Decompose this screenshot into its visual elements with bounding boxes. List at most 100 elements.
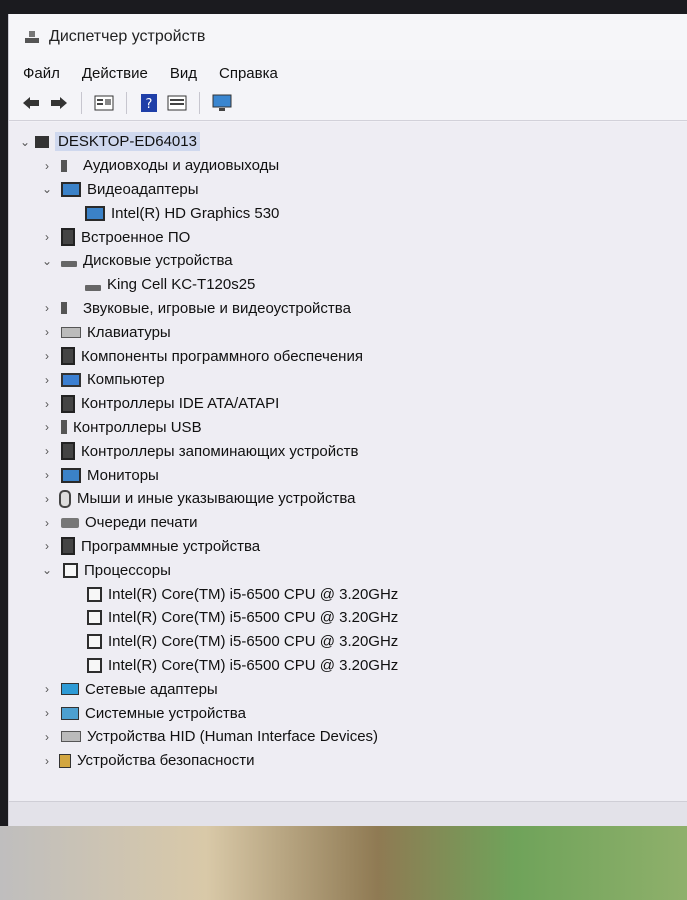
- tree-item-label: Устройства безопасности: [77, 752, 255, 770]
- chevron-right-icon[interactable]: ›: [39, 444, 55, 458]
- desk-background: [0, 826, 687, 900]
- properties-icon[interactable]: [92, 91, 116, 115]
- menu-file[interactable]: Файл: [23, 65, 60, 82]
- tree-item-label: Контроллеры IDE ATA/ATAPI: [81, 395, 280, 413]
- category-row[interactable]: › Встроенное ПО: [9, 225, 687, 249]
- chevron-right-icon[interactable]: ›: [39, 516, 55, 530]
- chevron-right-icon[interactable]: ›: [39, 420, 55, 434]
- processor-icon: [87, 634, 102, 650]
- svg-text:?: ?: [146, 97, 153, 112]
- device-manager-window: Диспетчер устройств Файл Действие Вид Сп…: [8, 14, 687, 826]
- software-device-icon: [61, 537, 75, 556]
- chevron-right-icon[interactable]: ›: [39, 301, 55, 315]
- tree-root-label: DESKTOP-ED64013: [55, 132, 200, 152]
- device-tree[interactable]: ⌄ DESKTOP-ED64013 › Аудиовходы и аудиовых…: [9, 122, 687, 802]
- menu-bar: Файл Действие Вид Справка: [9, 60, 687, 86]
- category-row[interactable]: › Программные устройства: [9, 535, 687, 559]
- category-row[interactable]: › Мониторы: [9, 463, 687, 487]
- chevron-right-icon[interactable]: ›: [39, 682, 55, 696]
- display-adapter-icon: [61, 181, 81, 197]
- toolbar-separator: [81, 92, 82, 114]
- category-row[interactable]: › Системные устройства: [9, 701, 687, 725]
- menu-help[interactable]: Справка: [219, 65, 278, 82]
- computer-root-icon: [35, 135, 49, 148]
- software-component-icon: [61, 347, 75, 366]
- tree-item-label: Intel(R) Core(TM) i5-6500 CPU @ 3.20GHz: [108, 656, 399, 674]
- tree-item-label: Контроллеры USB: [73, 418, 202, 436]
- device-row[interactable]: Intel(R) Core(TM) i5-6500 CPU @ 3.20GHz: [9, 654, 687, 678]
- ide-controller-icon: [61, 394, 75, 413]
- system-device-icon: [61, 706, 79, 720]
- tree-item-label: Видеоадаптеры: [87, 180, 199, 198]
- toolbar: ?: [9, 86, 687, 121]
- chevron-right-icon[interactable]: ›: [39, 230, 55, 244]
- menu-action[interactable]: Действие: [82, 65, 148, 82]
- category-row[interactable]: › Контроллеры запоминающих устройств: [9, 439, 687, 463]
- help-icon[interactable]: ?: [137, 91, 161, 115]
- chevron-right-icon[interactable]: ›: [39, 730, 55, 744]
- tree-item-label: Intel(R) Core(TM) i5-6500 CPU @ 3.20GHz: [108, 585, 399, 603]
- category-row[interactable]: ⌄ Видеоадаптеры: [9, 178, 687, 202]
- device-row[interactable]: Intel(R) Core(TM) i5-6500 CPU @ 3.20GHz: [9, 582, 687, 606]
- tree-item-label: Intel(R) HD Graphics 530: [111, 204, 280, 222]
- category-row[interactable]: › Очереди печати: [9, 511, 687, 535]
- arrow-right-icon[interactable]: [47, 91, 71, 115]
- chevron-right-icon[interactable]: ›: [39, 159, 55, 173]
- tree-item-label: Устройства HID (Human Interface Devices): [87, 728, 379, 746]
- category-row[interactable]: › Клавиатуры: [9, 320, 687, 344]
- chevron-right-icon[interactable]: ›: [39, 373, 55, 387]
- chevron-right-icon[interactable]: ›: [39, 706, 55, 720]
- firmware-icon: [61, 228, 75, 247]
- tree-item-label: Процессоры: [84, 561, 171, 579]
- category-row[interactable]: ⌄ Процессоры: [9, 558, 687, 582]
- speaker-icon: [61, 302, 77, 315]
- category-row[interactable]: › Устройства HID (Human Interface Devices…: [9, 725, 687, 749]
- category-row[interactable]: › Мыши и иные указывающие устройства: [9, 487, 687, 511]
- processor-icon: [87, 586, 102, 602]
- arrow-left-icon[interactable]: [19, 91, 43, 115]
- monitor-scan-icon[interactable]: [210, 91, 234, 115]
- device-row[interactable]: King Cell KC-T120s25: [9, 273, 687, 297]
- chevron-right-icon[interactable]: ›: [39, 468, 55, 482]
- category-row[interactable]: › Аудиовходы и аудиовыходы: [9, 154, 687, 178]
- category-row[interactable]: › Сетевые адаптеры: [9, 677, 687, 701]
- menu-view[interactable]: Вид: [170, 65, 197, 82]
- title-bar[interactable]: Диспетчер устройств: [9, 14, 687, 60]
- tree-item-label: Компьютер: [87, 371, 165, 389]
- device-row[interactable]: Intel(R) Core(TM) i5-6500 CPU @ 3.20GHz: [9, 630, 687, 654]
- category-row[interactable]: › Устройства безопасности: [9, 749, 687, 773]
- tree-items: › Аудиовходы и аудиовыходы ⌄ Видеоадаптеры I…: [9, 154, 687, 773]
- chevron-right-icon[interactable]: ›: [39, 325, 55, 339]
- category-row[interactable]: ⌄ Дисковые устройства: [9, 249, 687, 273]
- chevron-right-icon[interactable]: ›: [39, 539, 55, 553]
- category-row[interactable]: › Контроллеры USB: [9, 416, 687, 440]
- tree-item-label: Дисковые устройства: [83, 252, 233, 270]
- device-row[interactable]: Intel(R) HD Graphics 530: [9, 201, 687, 225]
- chevron-down-icon[interactable]: ⌄: [39, 254, 55, 268]
- tree-root[interactable]: ⌄ DESKTOP-ED64013: [9, 130, 687, 154]
- tree-item-label: Аудиовходы и аудиовыходы: [83, 157, 280, 175]
- tree-item-label: Звуковые, игровые и видеоустройства: [83, 299, 351, 317]
- chevron-right-icon[interactable]: ›: [39, 754, 55, 768]
- tree-item-label: Компоненты программного обеспечения: [81, 347, 363, 365]
- chevron-right-icon[interactable]: ›: [39, 492, 55, 506]
- category-row[interactable]: › Компоненты программного обеспечения: [9, 344, 687, 368]
- processor-icon: [63, 562, 78, 578]
- chevron-right-icon[interactable]: ›: [39, 397, 55, 411]
- view-icon[interactable]: [165, 91, 189, 115]
- category-row[interactable]: › Компьютер: [9, 368, 687, 392]
- security-device-icon: [59, 753, 71, 768]
- device-manager-app-icon: [23, 28, 41, 46]
- chevron-right-icon[interactable]: ›: [39, 349, 55, 363]
- device-row[interactable]: Intel(R) Core(TM) i5-6500 CPU @ 3.20GHz: [9, 606, 687, 630]
- tree-item-label: Контроллеры запоминающих устройств: [81, 442, 359, 460]
- category-row[interactable]: › Звуковые, игровые и видеоустройства: [9, 297, 687, 321]
- chevron-down-icon[interactable]: ⌄: [39, 182, 55, 196]
- chevron-down-icon[interactable]: ⌄: [39, 563, 55, 577]
- speaker-icon: [61, 159, 77, 172]
- chevron-down-icon[interactable]: ⌄: [17, 135, 33, 149]
- tree-item-label: Системные устройства: [85, 704, 246, 722]
- category-row[interactable]: › Контроллеры IDE ATA/ATAPI: [9, 392, 687, 416]
- tree-item-label: King Cell KC-T120s25: [107, 276, 256, 294]
- tree-item-label: Программные устройства: [81, 537, 261, 555]
